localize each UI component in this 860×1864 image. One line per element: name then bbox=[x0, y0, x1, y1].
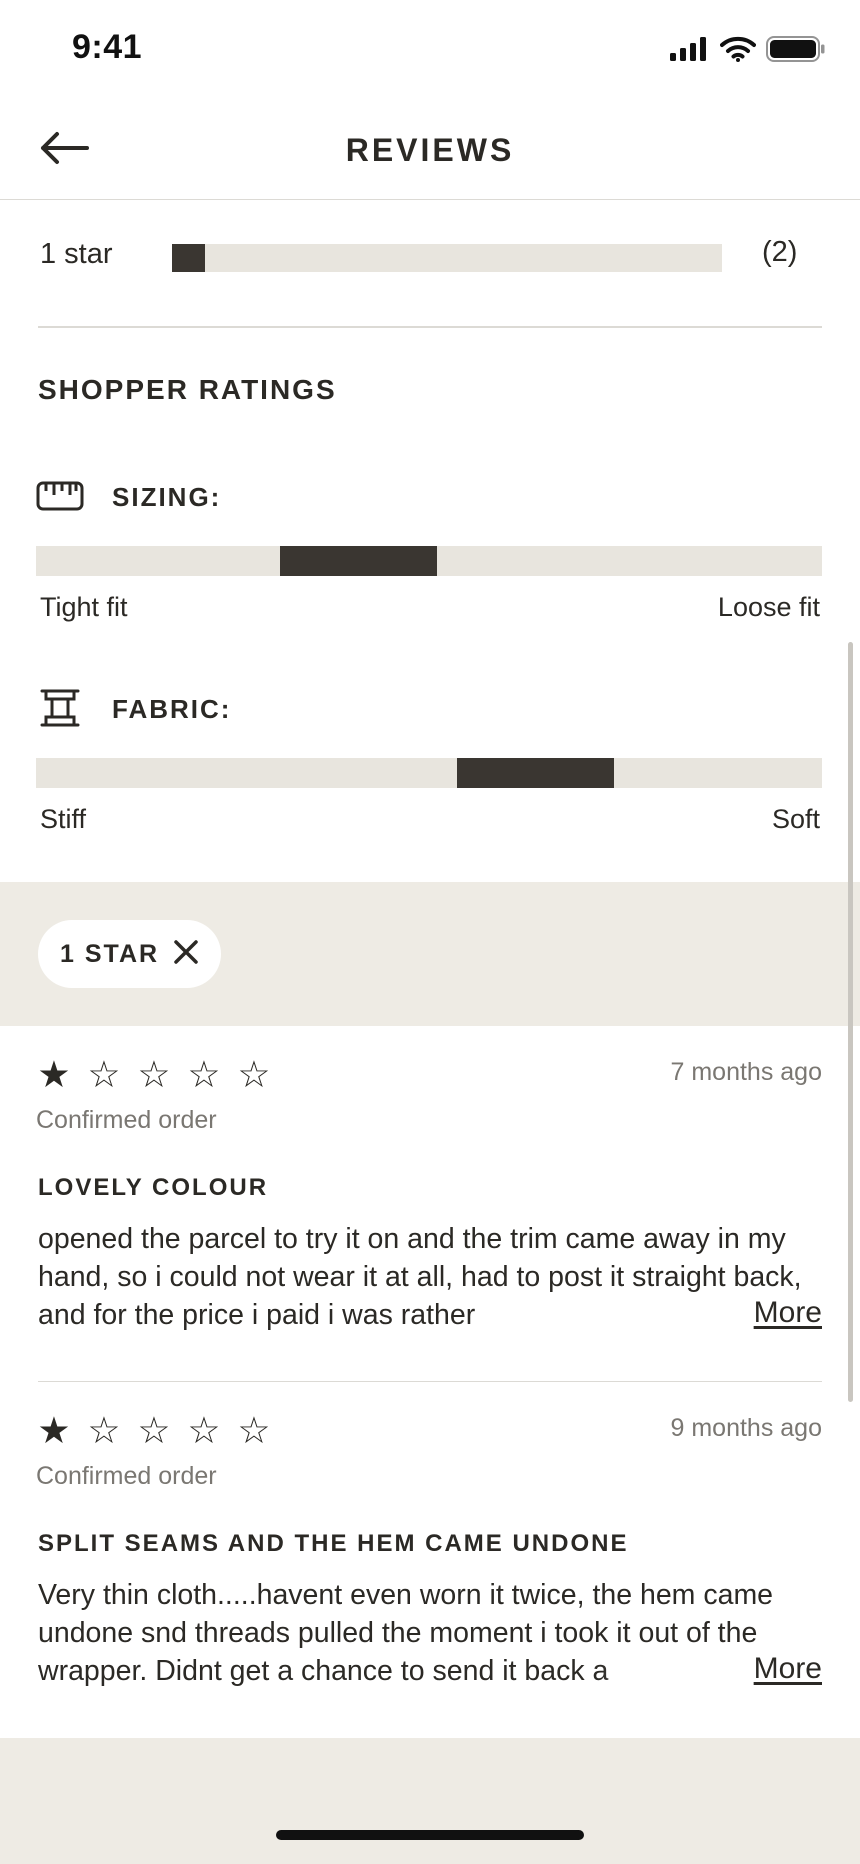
rating-title: FABRIC: bbox=[112, 694, 232, 724]
star-rating: ★ ☆ ☆ ☆ ☆ bbox=[36, 1056, 272, 1093]
star-empty-icon: ☆ bbox=[137, 1409, 171, 1452]
star-rating: ★ ☆ ☆ ☆ ☆ bbox=[36, 1412, 272, 1449]
star-empty-icon: ☆ bbox=[237, 1409, 271, 1452]
wifi-icon bbox=[720, 36, 756, 67]
rating-distribution-row[interactable]: 1 star (2) bbox=[0, 200, 860, 326]
more-link[interactable]: More bbox=[749, 1296, 822, 1330]
review-title: LOVELY COLOUR bbox=[38, 1174, 269, 1201]
text-fade bbox=[600, 1296, 750, 1336]
star-empty-icon: ☆ bbox=[87, 1053, 121, 1096]
scale-min-label: Tight fit bbox=[40, 592, 128, 622]
status-time: 9:41 bbox=[72, 28, 143, 66]
review-card: ★ ☆ ☆ ☆ ☆ 9 months ago Confirmed order SPLIT… bbox=[0, 1382, 860, 1738]
filter-chip-label: 1 STAR bbox=[60, 939, 160, 968]
fabric-rating: FABRIC: Stiff Soft bbox=[0, 688, 860, 888]
fabric-scale-track bbox=[36, 758, 822, 788]
divider bbox=[38, 326, 822, 328]
status-bar: 9:41 bbox=[0, 0, 860, 100]
distribution-count: (2) bbox=[762, 236, 798, 268]
tape-measure-icon bbox=[36, 476, 84, 516]
filter-chip-1-star[interactable]: 1 STAR bbox=[38, 920, 222, 988]
review-title: SPLIT SEAMS AND THE HEM CAME UNDONE bbox=[38, 1530, 629, 1557]
battery-icon bbox=[766, 36, 826, 67]
sizing-rating: SIZING: Tight fit Loose fit bbox=[0, 476, 860, 676]
confirmed-order-label: Confirmed order bbox=[36, 1462, 217, 1490]
confirmed-order-label: Confirmed order bbox=[36, 1106, 217, 1134]
fabric-scale-marker bbox=[456, 758, 614, 788]
nav-header: REVIEWS bbox=[0, 100, 860, 200]
scrollbar[interactable] bbox=[848, 642, 853, 1402]
rating-title: SIZING: bbox=[112, 482, 222, 512]
page-title: REVIEWS bbox=[345, 132, 515, 168]
fabric-roll-icon bbox=[36, 688, 84, 728]
active-filter-bar: 1 STAR bbox=[0, 882, 860, 1026]
star-filled-icon: ★ bbox=[37, 1053, 71, 1096]
star-empty-icon: ☆ bbox=[187, 1409, 221, 1452]
scale-min-label: Stiff bbox=[40, 804, 87, 834]
review-date: 7 months ago bbox=[670, 1058, 823, 1086]
review-date: 9 months ago bbox=[670, 1414, 823, 1442]
sizing-scale-marker bbox=[279, 546, 437, 576]
close-icon[interactable] bbox=[173, 939, 199, 970]
signal-icon bbox=[670, 37, 710, 66]
star-empty-icon: ☆ bbox=[137, 1053, 171, 1096]
bottom-area bbox=[0, 1738, 860, 1864]
section-heading: SHOPPER RATINGS bbox=[38, 374, 337, 405]
more-link[interactable]: More bbox=[749, 1652, 822, 1686]
text-fade bbox=[600, 1652, 750, 1692]
star-empty-icon: ☆ bbox=[187, 1053, 221, 1096]
distribution-bar-fill bbox=[172, 244, 205, 272]
star-empty-icon: ☆ bbox=[87, 1409, 121, 1452]
star-filled-icon: ★ bbox=[37, 1409, 71, 1452]
distribution-bar-track bbox=[172, 244, 722, 272]
review-card: ★ ☆ ☆ ☆ ☆ 7 months ago Confirmed order LOVEL… bbox=[0, 1026, 860, 1382]
status-icons bbox=[670, 36, 826, 67]
star-empty-icon: ☆ bbox=[237, 1053, 271, 1096]
shopper-ratings-section: SHOPPER RATINGS SIZING: Tight fit Loose … bbox=[0, 330, 860, 882]
scale-max-label: Loose fit bbox=[717, 592, 820, 622]
sizing-scale-track bbox=[36, 546, 822, 576]
scale-max-label: Soft bbox=[771, 804, 820, 834]
distribution-label: 1 star bbox=[40, 238, 113, 270]
home-indicator[interactable] bbox=[276, 1830, 584, 1840]
